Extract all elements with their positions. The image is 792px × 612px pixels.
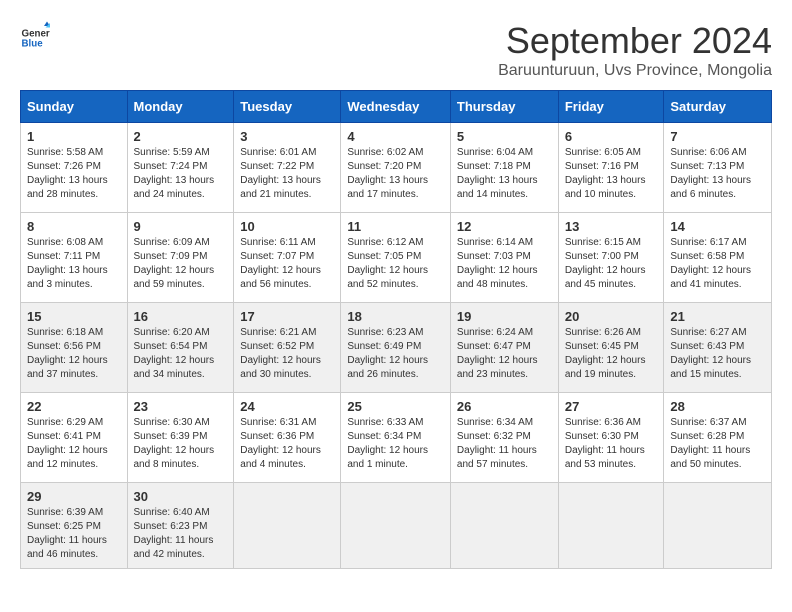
header-thursday: Thursday bbox=[450, 91, 558, 123]
calendar-table: Sunday Monday Tuesday Wednesday Thursday… bbox=[20, 90, 772, 569]
header-sunday: Sunday bbox=[21, 91, 128, 123]
logo: General Blue bbox=[20, 20, 50, 50]
calendar-week-1: 1Sunrise: 5:58 AM Sunset: 7:26 PM Daylig… bbox=[21, 123, 772, 213]
table-row: 11Sunrise: 6:12 AM Sunset: 7:05 PM Dayli… bbox=[341, 213, 451, 303]
header-monday: Monday bbox=[127, 91, 234, 123]
month-title: September 2024 bbox=[498, 20, 772, 62]
header-friday: Friday bbox=[558, 91, 664, 123]
header-saturday: Saturday bbox=[664, 91, 772, 123]
table-row: 5Sunrise: 6:04 AM Sunset: 7:18 PM Daylig… bbox=[450, 123, 558, 213]
table-row bbox=[664, 483, 772, 569]
svg-text:Blue: Blue bbox=[22, 38, 44, 49]
calendar-week-4: 22Sunrise: 6:29 AM Sunset: 6:41 PM Dayli… bbox=[21, 393, 772, 483]
header-wednesday: Wednesday bbox=[341, 91, 451, 123]
table-row: 9Sunrise: 6:09 AM Sunset: 7:09 PM Daylig… bbox=[127, 213, 234, 303]
table-row: 27Sunrise: 6:36 AM Sunset: 6:30 PM Dayli… bbox=[558, 393, 664, 483]
table-row: 2Sunrise: 5:59 AM Sunset: 7:24 PM Daylig… bbox=[127, 123, 234, 213]
table-row: 22Sunrise: 6:29 AM Sunset: 6:41 PM Dayli… bbox=[21, 393, 128, 483]
table-row: 17Sunrise: 6:21 AM Sunset: 6:52 PM Dayli… bbox=[234, 303, 341, 393]
table-row: 29Sunrise: 6:39 AM Sunset: 6:25 PM Dayli… bbox=[21, 483, 128, 569]
table-row: 6Sunrise: 6:05 AM Sunset: 7:16 PM Daylig… bbox=[558, 123, 664, 213]
table-row: 15Sunrise: 6:18 AM Sunset: 6:56 PM Dayli… bbox=[21, 303, 128, 393]
table-row: 1Sunrise: 5:58 AM Sunset: 7:26 PM Daylig… bbox=[21, 123, 128, 213]
table-row bbox=[234, 483, 341, 569]
table-row: 8Sunrise: 6:08 AM Sunset: 7:11 PM Daylig… bbox=[21, 213, 128, 303]
table-row: 25Sunrise: 6:33 AM Sunset: 6:34 PM Dayli… bbox=[341, 393, 451, 483]
table-row bbox=[341, 483, 451, 569]
table-row: 4Sunrise: 6:02 AM Sunset: 7:20 PM Daylig… bbox=[341, 123, 451, 213]
calendar-week-3: 15Sunrise: 6:18 AM Sunset: 6:56 PM Dayli… bbox=[21, 303, 772, 393]
table-row: 30Sunrise: 6:40 AM Sunset: 6:23 PM Dayli… bbox=[127, 483, 234, 569]
calendar-week-2: 8Sunrise: 6:08 AM Sunset: 7:11 PM Daylig… bbox=[21, 213, 772, 303]
table-row: 13Sunrise: 6:15 AM Sunset: 7:00 PM Dayli… bbox=[558, 213, 664, 303]
table-row: 28Sunrise: 6:37 AM Sunset: 6:28 PM Dayli… bbox=[664, 393, 772, 483]
table-row bbox=[450, 483, 558, 569]
table-row: 12Sunrise: 6:14 AM Sunset: 7:03 PM Dayli… bbox=[450, 213, 558, 303]
table-row: 23Sunrise: 6:30 AM Sunset: 6:39 PM Dayli… bbox=[127, 393, 234, 483]
table-row: 24Sunrise: 6:31 AM Sunset: 6:36 PM Dayli… bbox=[234, 393, 341, 483]
table-row: 20Sunrise: 6:26 AM Sunset: 6:45 PM Dayli… bbox=[558, 303, 664, 393]
table-row: 26Sunrise: 6:34 AM Sunset: 6:32 PM Dayli… bbox=[450, 393, 558, 483]
calendar-header-row: Sunday Monday Tuesday Wednesday Thursday… bbox=[21, 91, 772, 123]
table-row bbox=[558, 483, 664, 569]
header-tuesday: Tuesday bbox=[234, 91, 341, 123]
calendar-week-5: 29Sunrise: 6:39 AM Sunset: 6:25 PM Dayli… bbox=[21, 483, 772, 569]
location-title: Baruunturuun, Uvs Province, Mongolia bbox=[498, 62, 772, 80]
table-row: 7Sunrise: 6:06 AM Sunset: 7:13 PM Daylig… bbox=[664, 123, 772, 213]
table-row: 3Sunrise: 6:01 AM Sunset: 7:22 PM Daylig… bbox=[234, 123, 341, 213]
page-header: General Blue September 2024 Baruunturuun… bbox=[20, 20, 772, 80]
title-section: September 2024 Baruunturuun, Uvs Provinc… bbox=[498, 20, 772, 80]
table-row: 14Sunrise: 6:17 AM Sunset: 6:58 PM Dayli… bbox=[664, 213, 772, 303]
logo-icon: General Blue bbox=[20, 20, 50, 50]
table-row: 21Sunrise: 6:27 AM Sunset: 6:43 PM Dayli… bbox=[664, 303, 772, 393]
table-row: 19Sunrise: 6:24 AM Sunset: 6:47 PM Dayli… bbox=[450, 303, 558, 393]
table-row: 18Sunrise: 6:23 AM Sunset: 6:49 PM Dayli… bbox=[341, 303, 451, 393]
table-row: 10Sunrise: 6:11 AM Sunset: 7:07 PM Dayli… bbox=[234, 213, 341, 303]
table-row: 16Sunrise: 6:20 AM Sunset: 6:54 PM Dayli… bbox=[127, 303, 234, 393]
